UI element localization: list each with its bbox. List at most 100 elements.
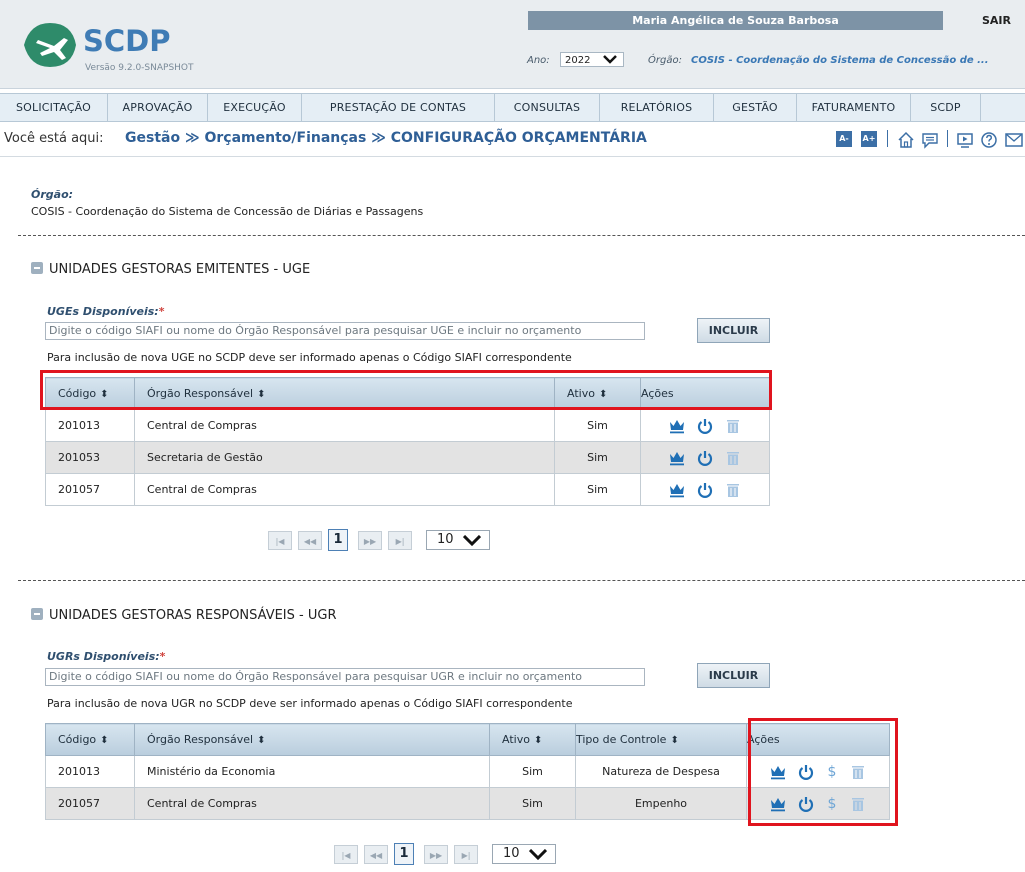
menu-execucao[interactable]: EXECUÇÃO bbox=[208, 94, 302, 121]
power-icon[interactable] bbox=[697, 450, 713, 466]
next-page-button[interactable]: ▶▶ bbox=[424, 844, 448, 864]
ugr-section-label: UNIDADES GESTORAS RESPONSÁVEIS - UGR bbox=[49, 608, 337, 623]
cell-codigo: 201053 bbox=[45, 441, 135, 474]
font-decrease-button[interactable]: A- bbox=[836, 131, 852, 147]
font-increase-button[interactable]: A+ bbox=[861, 131, 877, 147]
uge-section-title[interactable]: UNIDADES GESTORAS EMITENTES - UGE bbox=[31, 262, 310, 277]
crown-icon[interactable] bbox=[669, 418, 685, 434]
highlight-box bbox=[748, 718, 898, 826]
menu-faturamento[interactable]: FATURAMENTO bbox=[797, 94, 911, 121]
brand-name: SCDP bbox=[83, 24, 171, 58]
uge-search-input[interactable]: Digite o código SIAFI ou nome do Órgão R… bbox=[45, 322, 645, 340]
next-page-button[interactable]: ▶▶ bbox=[358, 530, 382, 550]
uge-pagination: |◀ ◀◀ 1 ▶▶ ▶| 10 bbox=[268, 529, 490, 551]
menu-solicitacao[interactable]: SOLICITAÇÃO bbox=[0, 94, 108, 121]
cell-orgao: Central de Compras bbox=[134, 787, 490, 820]
cell-orgao: Ministério da Economia bbox=[134, 755, 490, 788]
menu-prestacao-de-contas[interactable]: PRESTAÇÃO DE CONTAS bbox=[302, 94, 495, 121]
uge-field-label-text: UGEs Disponíveis: bbox=[47, 305, 159, 318]
help-icon[interactable] bbox=[980, 131, 998, 149]
chevron-down-icon bbox=[463, 535, 481, 546]
year-select[interactable]: 2022 bbox=[560, 52, 624, 67]
cell-codigo: 201013 bbox=[45, 409, 135, 442]
video-icon[interactable] bbox=[956, 131, 974, 149]
page-size-value: 10 bbox=[437, 532, 454, 547]
mail-icon[interactable] bbox=[1004, 131, 1025, 149]
organ-field-value: COSIS - Coordenação do Sistema de Conces… bbox=[31, 205, 424, 218]
prev-page-button[interactable]: ◀◀ bbox=[298, 530, 322, 550]
message-icon[interactable] bbox=[921, 131, 939, 149]
page-size-value: 10 bbox=[503, 846, 520, 861]
last-page-button[interactable]: ▶| bbox=[454, 844, 478, 864]
cell-orgao: Secretaria de Gestão bbox=[134, 441, 555, 474]
cell-ativo: Sim bbox=[489, 787, 576, 820]
ugr-hint: Para inclusão de nova UGR no SCDP deve s… bbox=[47, 697, 573, 710]
trash-icon[interactable] bbox=[725, 450, 741, 466]
breadcrumb[interactable]: Gestão ≫ Orçamento/Finanças ≫ CONFIGURAÇ… bbox=[125, 130, 647, 146]
cell-tipo-controle: Empenho bbox=[575, 787, 747, 820]
menu-consultas[interactable]: CONSULTAS bbox=[495, 94, 600, 121]
ugr-section-title[interactable]: UNIDADES GESTORAS RESPONSÁVEIS - UGR bbox=[31, 608, 336, 623]
logout-button[interactable]: SAIR bbox=[946, 11, 1025, 30]
cell-acoes bbox=[640, 473, 770, 506]
scdp-logo-icon bbox=[24, 23, 76, 67]
cell-codigo: 201013 bbox=[45, 755, 135, 788]
crown-icon[interactable] bbox=[669, 450, 685, 466]
power-icon[interactable] bbox=[697, 418, 713, 434]
section-divider bbox=[18, 580, 1025, 581]
ugr-search-input[interactable]: Digite o código SIAFI ou nome do Órgão R… bbox=[45, 668, 645, 686]
user-name: Maria Angélica de Souza Barbosa bbox=[528, 11, 943, 30]
col-codigo[interactable]: Código ⬍ bbox=[45, 723, 135, 756]
collapse-icon[interactable] bbox=[31, 262, 43, 274]
breadcrumb-label: Você está aqui: bbox=[4, 131, 104, 146]
table-row: 201053 Secretaria de Gestão Sim bbox=[45, 441, 770, 474]
menu-relatorios[interactable]: RELATÓRIOS bbox=[600, 94, 714, 121]
menu-scdp[interactable]: SCDP bbox=[911, 94, 981, 121]
organ-field-label: Órgão: bbox=[31, 188, 74, 201]
cell-acoes bbox=[640, 441, 770, 474]
section-divider bbox=[18, 235, 1025, 236]
first-page-button[interactable]: |◀ bbox=[268, 530, 292, 550]
crown-icon[interactable] bbox=[669, 482, 685, 498]
home-icon[interactable] bbox=[897, 131, 915, 149]
year-select-value: 2022 bbox=[565, 55, 591, 66]
page-size-select[interactable]: 10 bbox=[492, 844, 556, 864]
table-row: 201057 Central de Compras Sim bbox=[45, 473, 770, 506]
current-page[interactable]: 1 bbox=[328, 529, 348, 551]
toolbar-divider bbox=[947, 130, 948, 147]
page-size-select[interactable]: 10 bbox=[426, 530, 490, 550]
cell-ativo: Sim bbox=[554, 441, 641, 474]
cell-orgao: Central de Compras bbox=[134, 473, 555, 506]
required-marker: * bbox=[159, 650, 166, 663]
ugr-pagination: |◀ ◀◀ 1 ▶▶ ▶| 10 bbox=[334, 843, 556, 865]
collapse-icon[interactable] bbox=[31, 608, 43, 620]
uge-include-button[interactable]: INCLUIR bbox=[697, 318, 770, 343]
main-menu: SOLICITAÇÃO APROVAÇÃO EXECUÇÃO PRESTAÇÃO… bbox=[0, 93, 1025, 122]
menu-aprovacao[interactable]: APROVAÇÃO bbox=[108, 94, 208, 121]
first-page-button[interactable]: |◀ bbox=[334, 844, 358, 864]
cell-orgao: Central de Compras bbox=[134, 409, 555, 442]
cell-codigo: 201057 bbox=[45, 787, 135, 820]
col-orgao[interactable]: Órgão Responsável ⬍ bbox=[134, 723, 490, 756]
power-icon[interactable] bbox=[697, 482, 713, 498]
trash-icon[interactable] bbox=[725, 482, 741, 498]
col-tipo-controle[interactable]: Tipo de Controle ⬍ bbox=[575, 723, 747, 756]
uge-hint: Para inclusão de nova UGE no SCDP deve s… bbox=[47, 351, 572, 364]
cell-codigo: 201057 bbox=[45, 473, 135, 506]
chevron-down-icon bbox=[529, 849, 547, 860]
trash-icon[interactable] bbox=[725, 418, 741, 434]
last-page-button[interactable]: ▶| bbox=[388, 530, 412, 550]
organ-value[interactable]: COSIS - Coordenação do Sistema de Conces… bbox=[691, 55, 989, 66]
toolbar-divider bbox=[887, 130, 888, 147]
col-ativo[interactable]: Ativo ⬍ bbox=[489, 723, 576, 756]
cell-acoes bbox=[640, 409, 770, 442]
organ-label: Órgão: bbox=[648, 55, 682, 66]
ugr-include-button[interactable]: INCLUIR bbox=[697, 663, 770, 688]
current-page[interactable]: 1 bbox=[394, 843, 414, 865]
highlight-box bbox=[40, 370, 772, 410]
prev-page-button[interactable]: ◀◀ bbox=[364, 844, 388, 864]
ugr-field-label-text: UGRs Disponíveis: bbox=[47, 650, 160, 663]
menu-gestao[interactable]: GESTÃO bbox=[714, 94, 797, 121]
cell-ativo: Sim bbox=[554, 409, 641, 442]
table-row: 201013 Central de Compras Sim bbox=[45, 409, 770, 442]
